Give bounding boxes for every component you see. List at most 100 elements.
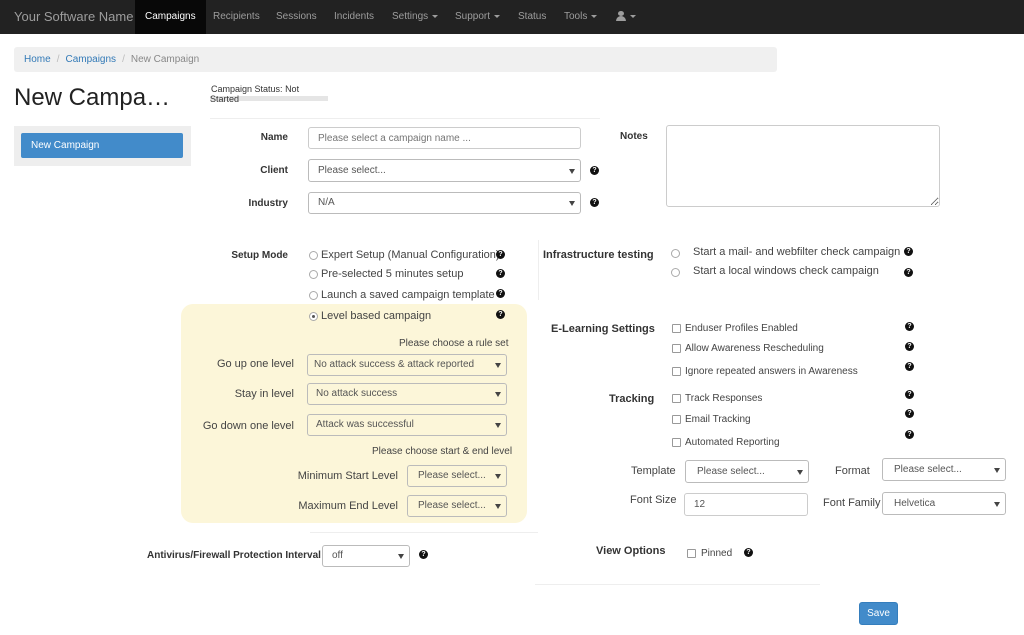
client-select[interactable]: Please select... xyxy=(308,159,581,182)
infra-option-label: Start a local windows check campaign xyxy=(693,265,879,277)
stay-select[interactable]: No attack success xyxy=(307,383,507,405)
nav-sessions[interactable]: Sessions xyxy=(276,0,317,34)
template-select[interactable]: Please select... xyxy=(685,460,809,483)
help-icon[interactable]: ? xyxy=(905,430,914,439)
checkbox-email-tracking[interactable] xyxy=(672,415,681,424)
caret-down-icon xyxy=(432,14,439,18)
help-icon[interactable]: ? xyxy=(905,342,914,351)
font-size-input[interactable] xyxy=(684,493,808,516)
help-icon[interactable]: ? xyxy=(590,198,599,207)
dropdown-arrow-icon xyxy=(495,423,501,428)
checkbox-label: Track Responses xyxy=(685,393,763,404)
checkbox-track-responses[interactable] xyxy=(672,394,681,403)
av-interval-label: Antivirus/Firewall Protection Interval xyxy=(147,550,321,561)
help-icon[interactable]: ? xyxy=(905,390,914,399)
breadcrumb-home[interactable]: Home xyxy=(24,54,51,65)
nav-settings-label: Settings xyxy=(392,11,429,22)
go-up-select[interactable]: No attack success & attack reported xyxy=(307,354,507,376)
setup-radio-template[interactable] xyxy=(309,291,318,300)
nav-user-menu[interactable] xyxy=(616,0,636,34)
client-label: Client xyxy=(260,165,288,176)
setup-option-label: Expert Setup (Manual Configuration) xyxy=(321,249,500,261)
dropdown-arrow-icon xyxy=(495,392,501,397)
av-interval-select[interactable]: off xyxy=(322,545,410,567)
nav-support-label: Support xyxy=(455,11,491,22)
nav-incidents[interactable]: Incidents xyxy=(334,0,374,34)
tracking-label: Tracking xyxy=(609,393,655,405)
industry-label: Industry xyxy=(248,198,288,209)
nav-tools-label: Tools xyxy=(564,11,588,22)
font-size-label: Font Size xyxy=(630,494,677,506)
notes-textarea[interactable] xyxy=(666,125,940,207)
checkbox-pinned[interactable] xyxy=(687,549,696,558)
font-family-select[interactable]: Helvetica xyxy=(882,492,1006,515)
setup-radio-expert[interactable] xyxy=(309,251,318,260)
min-level-select-value: Please select... xyxy=(418,470,486,481)
help-icon[interactable]: ? xyxy=(905,409,914,418)
page-title: New Campa… xyxy=(14,84,171,111)
user-icon xyxy=(616,11,626,22)
checkbox-awareness-rescheduling[interactable] xyxy=(672,344,681,353)
help-icon[interactable]: ? xyxy=(904,247,913,256)
infra-radio-local-windows[interactable] xyxy=(671,268,680,277)
brand-name[interactable]: Your Software Name xyxy=(14,0,133,34)
stay-label: Stay in level xyxy=(234,388,294,400)
breadcrumb-campaigns[interactable]: Campaigns xyxy=(65,54,116,65)
setup-option-label: Launch a saved campaign template xyxy=(321,289,495,301)
caret-down-icon xyxy=(630,14,636,18)
max-level-select[interactable]: Please select... xyxy=(407,495,507,517)
status-label: Campaign Status: xyxy=(211,84,283,94)
checkbox-ignore-repeated[interactable] xyxy=(672,367,681,376)
nav-tools[interactable]: Tools xyxy=(564,0,598,34)
elearning-label: E-Learning Settings xyxy=(551,323,655,335)
breadcrumb-separator: / xyxy=(56,54,60,65)
help-icon[interactable]: ? xyxy=(744,548,753,557)
nav-settings[interactable]: Settings xyxy=(392,0,439,34)
nav-status[interactable]: Status xyxy=(518,0,546,34)
min-level-select[interactable]: Please select... xyxy=(407,465,507,487)
max-level-select-value: Please select... xyxy=(418,500,486,511)
save-button[interactable]: Save xyxy=(859,602,898,625)
checkbox-enduser-profiles[interactable] xyxy=(672,324,681,333)
help-icon[interactable]: ? xyxy=(496,269,505,278)
nav-support[interactable]: Support xyxy=(455,0,501,34)
help-icon[interactable]: ? xyxy=(496,289,505,298)
divider xyxy=(535,584,820,585)
go-down-select[interactable]: Attack was successful xyxy=(307,414,507,436)
nav-recipients[interactable]: Recipients xyxy=(213,0,260,34)
checkbox-label: Email Tracking xyxy=(685,414,751,425)
checkbox-label: Automated Reporting xyxy=(685,437,780,448)
dropdown-arrow-icon xyxy=(569,168,575,174)
campaign-name-input[interactable] xyxy=(308,127,581,149)
help-icon[interactable]: ? xyxy=(905,322,914,331)
dropdown-arrow-icon xyxy=(994,501,1000,507)
divider xyxy=(310,532,538,533)
dropdown-arrow-icon xyxy=(797,469,803,475)
help-icon[interactable]: ? xyxy=(419,550,428,559)
nav-campaigns[interactable]: Campaigns xyxy=(135,0,206,34)
dropdown-arrow-icon xyxy=(398,554,404,559)
setup-radio-preselected[interactable] xyxy=(309,270,318,279)
setup-radio-level-based[interactable] xyxy=(309,312,318,321)
min-level-label: Minimum Start Level xyxy=(297,470,398,482)
checkbox-label: Allow Awareness Rescheduling xyxy=(685,343,824,354)
setup-option-label: Pre-selected 5 minutes setup xyxy=(321,268,464,280)
help-icon[interactable]: ? xyxy=(590,166,599,175)
stay-select-value: No attack success xyxy=(316,388,398,399)
infra-radio-mail-web[interactable] xyxy=(671,249,680,258)
help-icon[interactable]: ? xyxy=(905,362,914,371)
new-campaign-tab[interactable]: New Campaign xyxy=(21,133,183,158)
industry-select[interactable]: N/A xyxy=(308,192,581,214)
av-interval-select-value: off xyxy=(332,550,343,561)
infra-testing-label: Infrastructure testing xyxy=(543,249,654,261)
help-icon[interactable]: ? xyxy=(496,250,505,259)
breadcrumb-separator: / xyxy=(122,54,125,65)
format-select-value: Please select... xyxy=(894,464,962,475)
help-icon[interactable]: ? xyxy=(904,268,913,277)
go-down-label: Go down one level xyxy=(202,420,294,432)
help-icon[interactable]: ? xyxy=(496,310,505,319)
rule-set-hint: Please choose a rule set xyxy=(399,338,509,349)
checkbox-automated-reporting[interactable] xyxy=(672,438,681,447)
format-select[interactable]: Please select... xyxy=(882,458,1006,481)
view-options-label: View Options xyxy=(596,545,666,557)
